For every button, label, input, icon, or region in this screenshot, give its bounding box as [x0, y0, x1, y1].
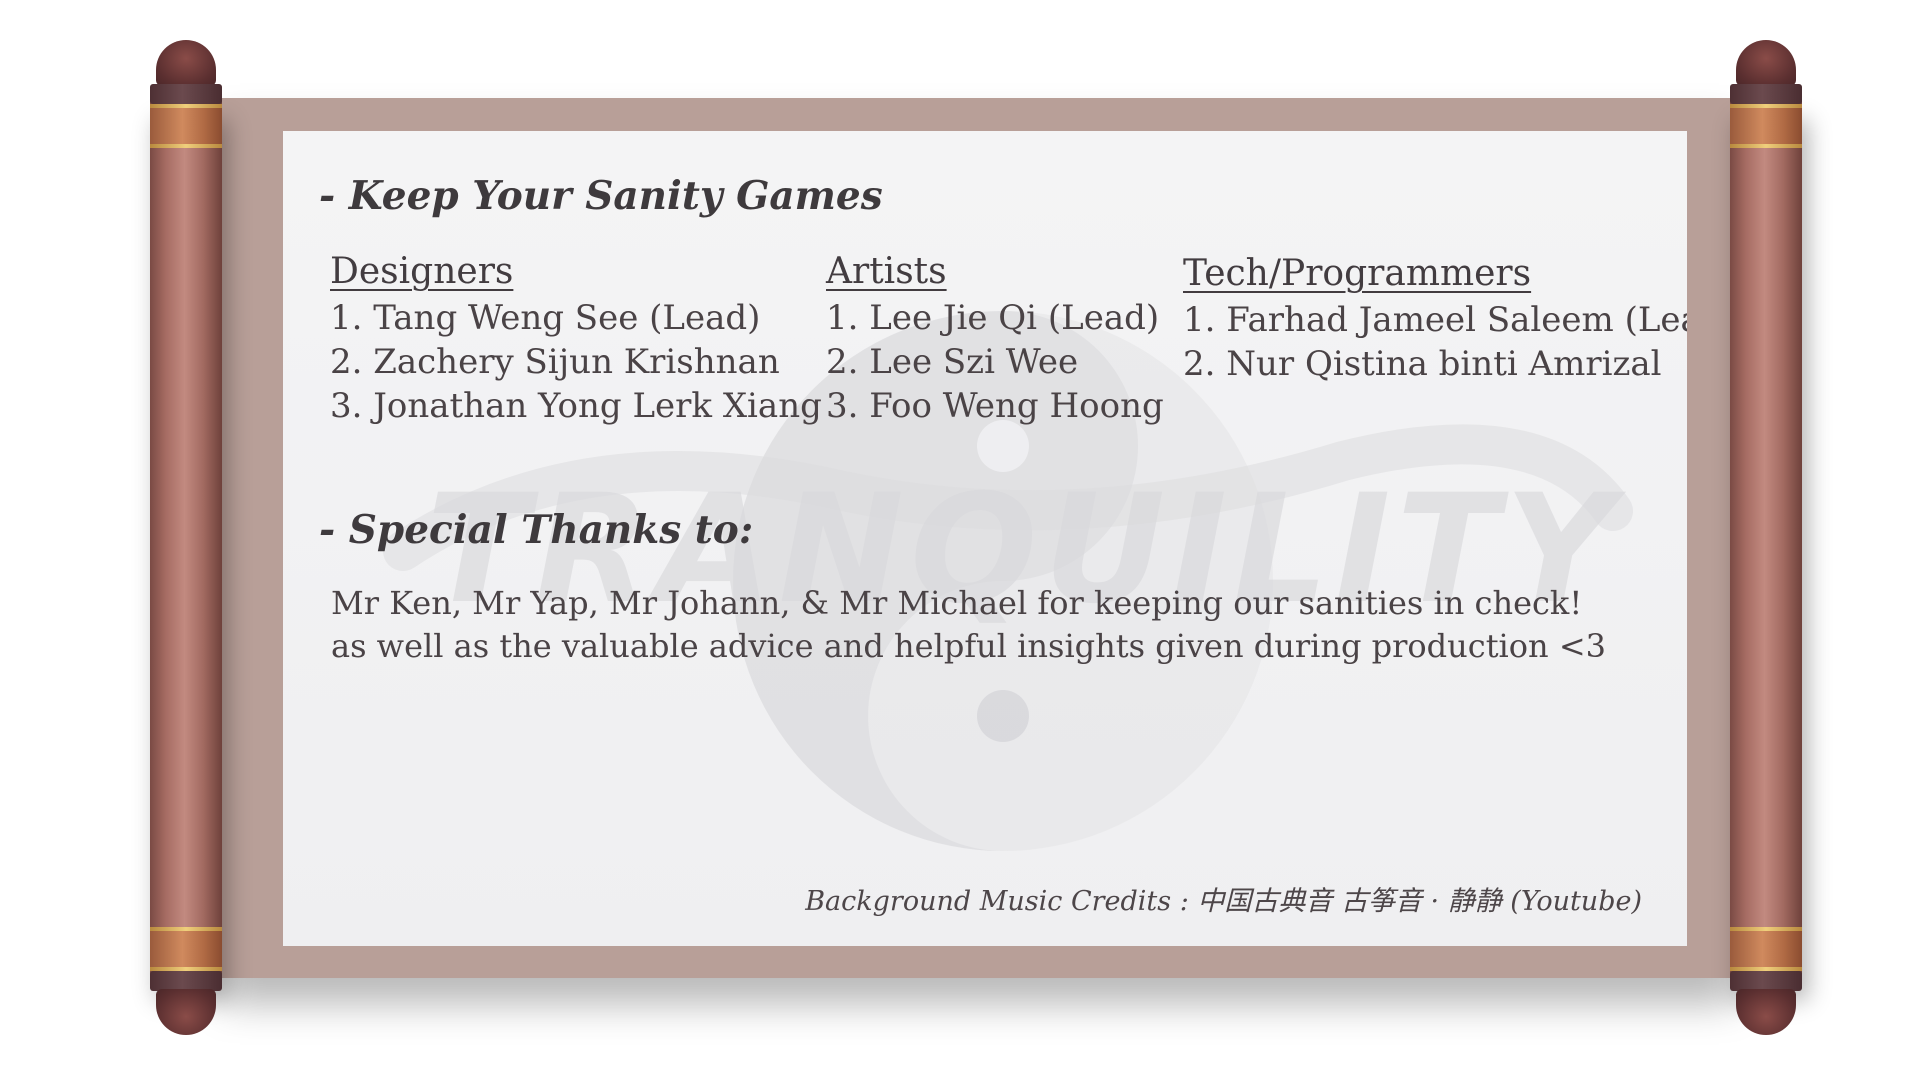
- team-member: 1. Farhad Jameel Saleem (Lead): [1183, 300, 1687, 340]
- roller-rod: [150, 98, 222, 978]
- roller-bottom-band: [1730, 927, 1802, 971]
- roller-top-cap: [156, 40, 216, 86]
- roller-top-cap: [1736, 40, 1796, 86]
- roller-bottom-band: [150, 927, 222, 971]
- credits-paper: TRANQUILITY - Keep Your Sanity Games Des…: [283, 131, 1687, 946]
- special-thanks-line: as well as the valuable advice and helpf…: [331, 627, 1606, 665]
- team-title: Tech/Programmers: [1183, 253, 1532, 294]
- team-member: 1. Lee Jie Qi (Lead): [826, 298, 1160, 338]
- credits-scroll: TRANQUILITY - Keep Your Sanity Games Des…: [0, 0, 1920, 1080]
- team-artists: Artists 1. Lee Jie Qi (Lead) 2. Lee Szi …: [826, 251, 1164, 428]
- music-credits: Background Music Credits : 中国古典音 古筝音 · 静…: [805, 886, 1642, 917]
- roller-bottom-cap: [156, 989, 216, 1035]
- special-thanks-body: Mr Ken, Mr Yap, Mr Johann, & Mr Michael …: [331, 582, 1606, 668]
- team-designers: Designers 1. Tang Weng See (Lead) 2. Zac…: [330, 251, 822, 428]
- right-scroll-roller: [1730, 40, 1802, 1035]
- team-title: Designers: [330, 251, 514, 292]
- roller-top-neck: [1730, 84, 1802, 104]
- left-scroll-roller: [150, 40, 222, 1035]
- roller-top-band: [150, 104, 222, 148]
- special-thanks-line: Mr Ken, Mr Yap, Mr Johann, & Mr Michael …: [331, 584, 1583, 622]
- roller-bottom-cap: [1736, 989, 1796, 1035]
- roller-top-neck: [150, 84, 222, 104]
- studio-heading: - Keep Your Sanity Games: [319, 173, 883, 219]
- roller-bottom-neck: [1730, 971, 1802, 991]
- roller-top-band: [1730, 104, 1802, 148]
- team-member: 3. Jonathan Yong Lerk Xiang: [330, 386, 822, 426]
- team-title: Artists: [826, 251, 947, 292]
- special-thanks-heading: - Special Thanks to:: [319, 507, 754, 553]
- team-member: 3. Foo Weng Hoong: [826, 386, 1164, 426]
- team-tech-programmers: Tech/Programmers 1. Farhad Jameel Saleem…: [1183, 253, 1687, 386]
- roller-bottom-neck: [150, 971, 222, 991]
- team-member: 1. Tang Weng See (Lead): [330, 298, 761, 338]
- team-member: 2. Nur Qistina binti Amrizal: [1183, 344, 1662, 384]
- roller-rod: [1730, 98, 1802, 978]
- team-member: 2. Lee Szi Wee: [826, 342, 1079, 382]
- team-member: 2. Zachery Sijun Krishnan: [330, 342, 780, 382]
